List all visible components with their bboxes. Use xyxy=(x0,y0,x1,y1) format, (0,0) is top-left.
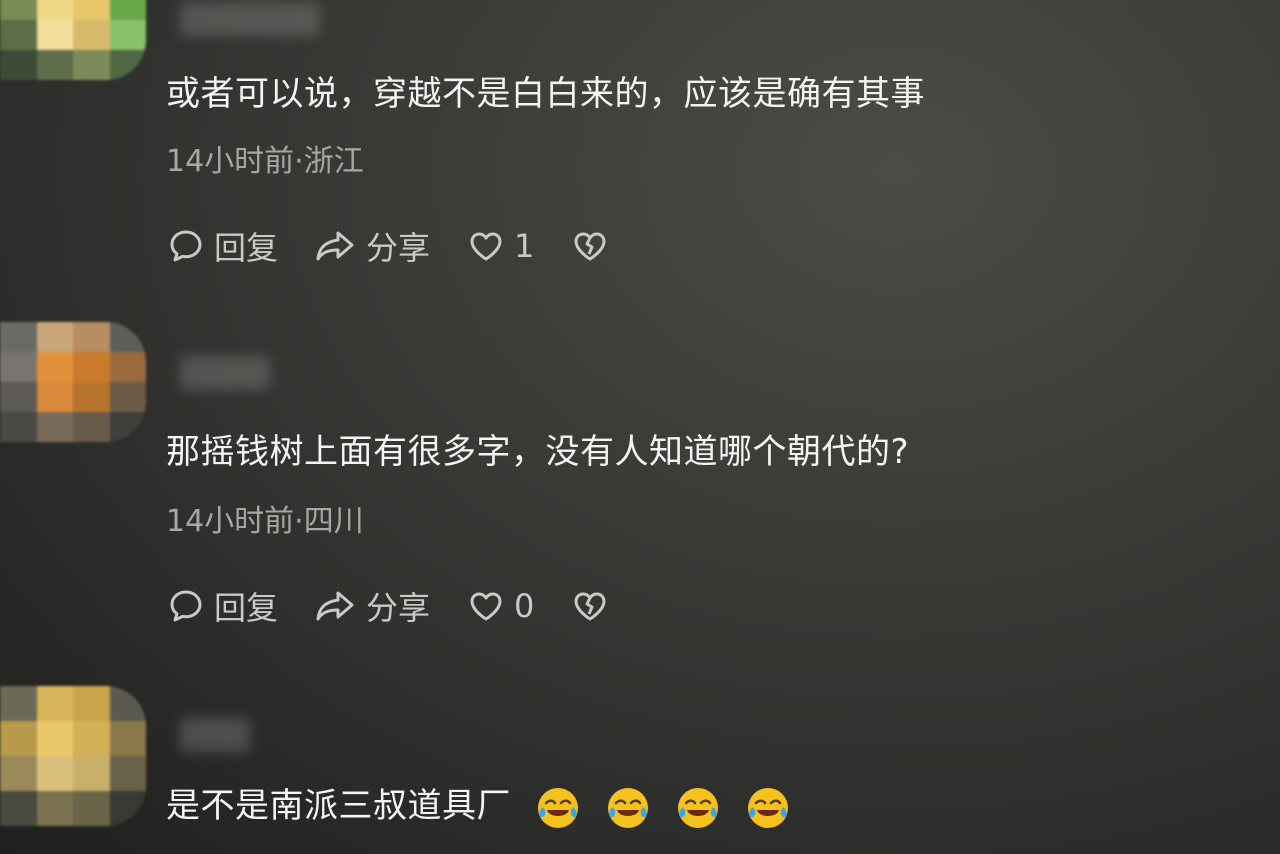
share-label: 分享 xyxy=(366,229,431,267)
heart-icon xyxy=(466,586,506,626)
comment-meta: 14小时前·四川 xyxy=(166,504,364,539)
share-label: 分享 xyxy=(366,589,431,627)
avatar[interactable] xyxy=(0,0,146,80)
reply-button[interactable]: 回复 xyxy=(166,583,278,629)
laughing-tears-emoji-icon xyxy=(538,787,578,828)
share-button[interactable]: 分享 xyxy=(314,583,430,629)
share-arrow-icon xyxy=(314,226,358,266)
share-arrow-icon xyxy=(314,586,358,626)
dislike-button[interactable] xyxy=(570,226,610,266)
laughing-tears-emoji-icon xyxy=(678,787,718,828)
comment-actions: 回复 分享 0 xyxy=(166,584,646,628)
like-count: 0 xyxy=(514,587,535,625)
username-blurred[interactable] xyxy=(180,718,250,752)
comment-meta: 14小时前·浙江 xyxy=(166,144,364,179)
comment-text-content: 是不是南派三叔道具厂 xyxy=(166,786,511,826)
avatar[interactable] xyxy=(0,686,146,826)
like-button[interactable]: 1 xyxy=(466,226,534,266)
comment-text: 或者可以说，穿越不是白白来的，应该是确有其事 xyxy=(166,74,925,114)
broken-heart-icon xyxy=(570,586,610,626)
avatar[interactable] xyxy=(0,322,146,442)
comment-actions: 回复 分享 1 xyxy=(166,224,646,268)
dislike-button[interactable] xyxy=(570,586,610,626)
username-blurred[interactable] xyxy=(180,2,320,36)
laughing-tears-emoji-icon xyxy=(608,787,648,828)
username-blurred[interactable] xyxy=(180,356,270,390)
laughing-tears-emoji-icon xyxy=(748,787,788,828)
like-count: 1 xyxy=(514,227,535,265)
share-button[interactable]: 分享 xyxy=(314,223,430,269)
reply-button[interactable]: 回复 xyxy=(166,223,278,269)
comment-text: 那摇钱树上面有很多字，没有人知道哪个朝代的? xyxy=(166,432,910,472)
comment-bubble-icon xyxy=(166,226,206,266)
like-button[interactable]: 0 xyxy=(466,586,534,626)
reply-label: 回复 xyxy=(214,229,279,267)
comment-text: 是不是南派三叔道具厂 xyxy=(166,778,791,831)
reply-label: 回复 xyxy=(214,589,279,627)
comment-bubble-icon xyxy=(166,586,206,626)
heart-icon xyxy=(466,226,506,266)
broken-heart-icon xyxy=(570,226,610,266)
